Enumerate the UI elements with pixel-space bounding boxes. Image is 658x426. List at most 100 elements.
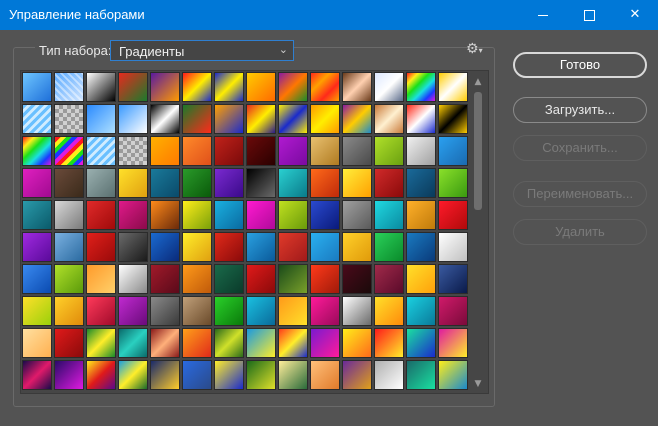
gradient-swatch[interactable] xyxy=(54,104,84,134)
gradient-swatch[interactable] xyxy=(342,296,372,326)
gradient-swatch[interactable] xyxy=(118,200,148,230)
gradient-swatch[interactable] xyxy=(214,104,244,134)
gradient-swatch[interactable] xyxy=(406,232,436,262)
gradient-swatch[interactable] xyxy=(182,360,212,390)
gradient-swatch[interactable] xyxy=(86,200,116,230)
gradient-swatch[interactable] xyxy=(342,104,372,134)
gradient-swatch[interactable] xyxy=(342,136,372,166)
gradient-swatch[interactable] xyxy=(214,264,244,294)
gradient-swatch[interactable] xyxy=(22,168,52,198)
gradient-swatch[interactable] xyxy=(182,104,212,134)
minimize-button[interactable] xyxy=(520,0,566,30)
gradient-swatch[interactable] xyxy=(406,136,436,166)
gradient-swatch[interactable] xyxy=(342,200,372,230)
gradient-swatch[interactable] xyxy=(86,72,116,102)
gradient-swatch[interactable] xyxy=(54,360,84,390)
gradient-swatch[interactable] xyxy=(438,296,468,326)
gradient-swatch[interactable] xyxy=(438,328,468,358)
vertical-scrollbar[interactable]: ▲ ▼ xyxy=(471,74,485,392)
gradient-swatch[interactable] xyxy=(342,264,372,294)
gradient-swatch[interactable] xyxy=(22,136,52,166)
gradient-swatch[interactable] xyxy=(310,360,340,390)
gradient-swatch[interactable] xyxy=(278,72,308,102)
gradient-swatch[interactable] xyxy=(406,264,436,294)
gradient-swatch[interactable] xyxy=(310,264,340,294)
gradient-swatch[interactable] xyxy=(438,72,468,102)
gradient-swatch[interactable] xyxy=(246,136,276,166)
gradient-swatch[interactable] xyxy=(150,104,180,134)
done-button[interactable]: Готово xyxy=(513,52,647,78)
gradient-swatch[interactable] xyxy=(86,232,116,262)
gradient-swatch[interactable] xyxy=(118,264,148,294)
gradient-swatch[interactable] xyxy=(182,136,212,166)
gradient-swatch[interactable] xyxy=(438,200,468,230)
gradient-swatch[interactable] xyxy=(214,296,244,326)
gradient-swatch[interactable] xyxy=(278,264,308,294)
gradient-swatch[interactable] xyxy=(214,200,244,230)
gradient-swatch[interactable] xyxy=(182,200,212,230)
gradient-swatch[interactable] xyxy=(246,168,276,198)
gradient-swatch[interactable] xyxy=(22,104,52,134)
gradient-swatch[interactable] xyxy=(342,72,372,102)
gradient-swatch[interactable] xyxy=(246,104,276,134)
gradient-swatch[interactable] xyxy=(22,232,52,262)
preset-type-select[interactable]: Градиенты ⌄ xyxy=(110,40,294,61)
gradient-swatch[interactable] xyxy=(86,264,116,294)
gradient-swatch[interactable] xyxy=(150,72,180,102)
gradient-swatch[interactable] xyxy=(86,168,116,198)
gradient-swatch[interactable] xyxy=(342,232,372,262)
gradient-swatch[interactable] xyxy=(342,360,372,390)
gradient-swatch[interactable] xyxy=(278,136,308,166)
gradient-swatch[interactable] xyxy=(214,360,244,390)
gradient-swatch[interactable] xyxy=(406,72,436,102)
gradient-swatch[interactable] xyxy=(182,72,212,102)
gradient-swatch[interactable] xyxy=(278,232,308,262)
gradient-swatch[interactable] xyxy=(406,328,436,358)
gradient-swatch[interactable] xyxy=(54,328,84,358)
gradient-swatch[interactable] xyxy=(54,200,84,230)
gradient-swatch[interactable] xyxy=(310,232,340,262)
gradient-swatch[interactable] xyxy=(54,136,84,166)
gradient-swatch[interactable] xyxy=(374,360,404,390)
gradient-swatch[interactable] xyxy=(150,232,180,262)
gradient-swatch[interactable] xyxy=(278,168,308,198)
gradient-swatch[interactable] xyxy=(86,296,116,326)
maximize-button[interactable] xyxy=(566,0,612,30)
gradient-swatch[interactable] xyxy=(86,104,116,134)
gradient-swatch[interactable] xyxy=(118,296,148,326)
gradient-swatch[interactable] xyxy=(150,136,180,166)
gradient-swatch[interactable] xyxy=(310,328,340,358)
gradient-swatch[interactable] xyxy=(438,104,468,134)
scroll-down-icon[interactable]: ▼ xyxy=(471,379,485,389)
gradient-swatch[interactable] xyxy=(150,168,180,198)
gradient-swatch[interactable] xyxy=(150,360,180,390)
gradient-swatch[interactable] xyxy=(118,232,148,262)
gradient-swatch[interactable] xyxy=(54,232,84,262)
gradient-swatch[interactable] xyxy=(246,232,276,262)
gradient-swatch[interactable] xyxy=(54,168,84,198)
gradient-swatch[interactable] xyxy=(374,200,404,230)
gradient-swatch[interactable] xyxy=(150,200,180,230)
gradient-swatch[interactable] xyxy=(374,72,404,102)
gradient-swatch[interactable] xyxy=(118,328,148,358)
gradient-swatch[interactable] xyxy=(438,168,468,198)
gradient-swatch[interactable] xyxy=(246,296,276,326)
gradient-swatch[interactable] xyxy=(246,72,276,102)
gradient-swatch[interactable] xyxy=(374,264,404,294)
gradient-swatch[interactable] xyxy=(246,328,276,358)
settings-menu-button[interactable]: ⚙▾ xyxy=(466,41,483,57)
gradient-swatch[interactable] xyxy=(214,136,244,166)
gradient-swatch[interactable] xyxy=(86,136,116,166)
gradient-swatch[interactable] xyxy=(406,360,436,390)
gradient-swatch[interactable] xyxy=(246,360,276,390)
gradient-swatch[interactable] xyxy=(22,296,52,326)
gradient-swatch[interactable] xyxy=(310,72,340,102)
gradient-swatch[interactable] xyxy=(22,200,52,230)
gradient-swatch[interactable] xyxy=(406,168,436,198)
gradient-swatch[interactable] xyxy=(342,168,372,198)
gradient-swatch[interactable] xyxy=(182,168,212,198)
gradient-swatch[interactable] xyxy=(310,168,340,198)
gradient-swatch[interactable] xyxy=(278,296,308,326)
gradient-swatch[interactable] xyxy=(214,168,244,198)
gradient-swatch[interactable] xyxy=(22,360,52,390)
